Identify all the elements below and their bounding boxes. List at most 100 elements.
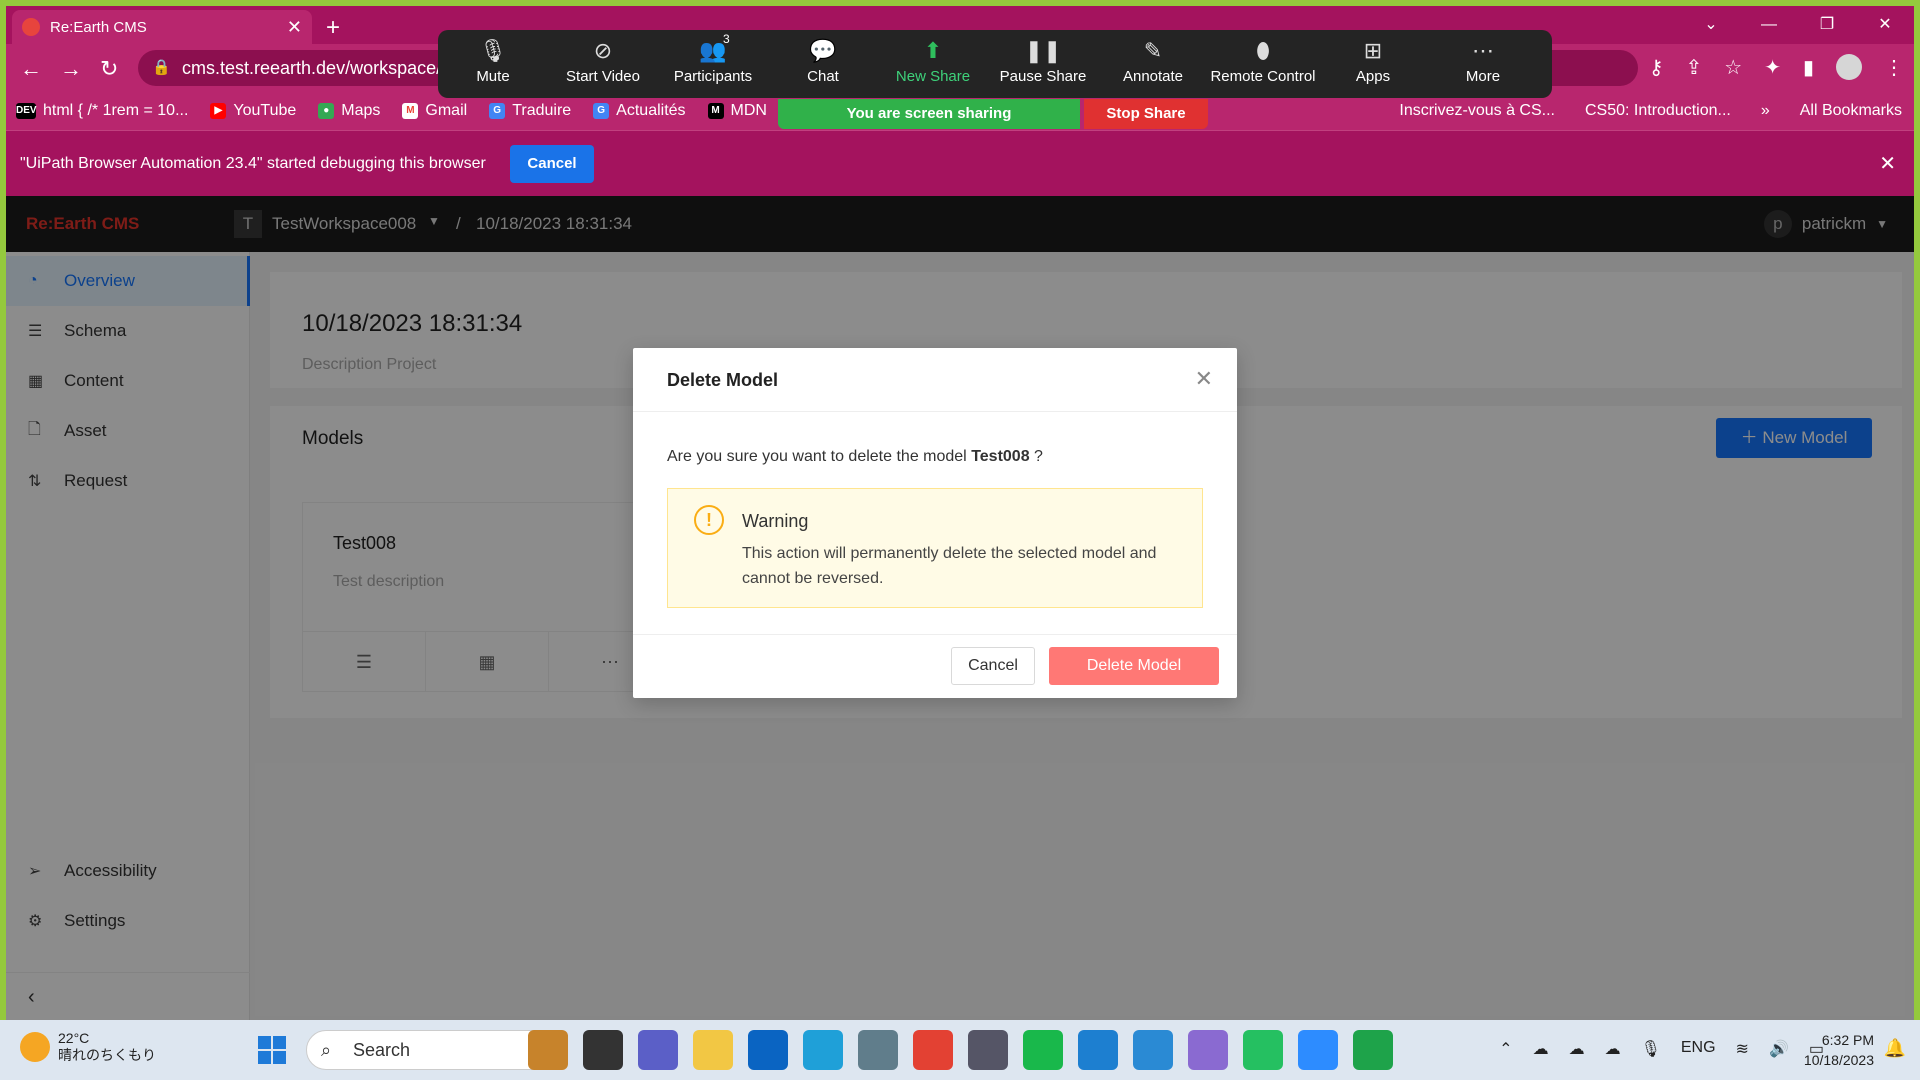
briefcase-app-icon[interactable]	[528, 1030, 568, 1070]
menu-kebab-icon[interactable]: ⋮	[1884, 55, 1904, 80]
profile-avatar[interactable]	[1836, 54, 1862, 80]
debugging-infobar: "UiPath Browser Automation 23.4" started…	[6, 130, 1914, 196]
pause-icon: ❚❚	[1024, 38, 1062, 63]
window-controls: ⌄ — ❐ ✕	[1682, 6, 1914, 44]
taskbar-apps	[528, 1030, 1393, 1070]
file-explorer-icon[interactable]	[693, 1030, 733, 1070]
toolbar-icons: ⚷ ⇪ ☆ ✦ ▮ ⋮	[1649, 54, 1904, 80]
bookmark-item[interactable]: G Actualités	[593, 102, 686, 120]
maps-icon: ●	[318, 103, 335, 119]
stop-share-button[interactable]: Stop Share	[1084, 99, 1208, 129]
participants-count: 3	[723, 32, 730, 46]
tab-search-icon[interactable]: ⌄	[1682, 6, 1740, 44]
warning-alert: ! Warning This action will permanently d…	[667, 488, 1203, 608]
share-up-arrow-icon: ⬆	[923, 38, 943, 63]
forward-icon[interactable]: →	[60, 56, 82, 82]
cancel-button[interactable]: Cancel	[951, 647, 1035, 685]
whatsapp-icon[interactable]	[1243, 1030, 1283, 1070]
windows-taskbar: 22°C 晴れのちくもり ⌕ Search ⌃ ☁ ☁ ☁ 🎙 ENG ≋ 🔊 …	[0, 1020, 1920, 1080]
task-view-icon[interactable]	[583, 1030, 623, 1070]
infobar-close-icon[interactable]: ✕	[1879, 151, 1896, 176]
minimize-icon[interactable]: —	[1740, 6, 1798, 44]
green-app-icon[interactable]	[1023, 1030, 1063, 1070]
vscode-icon[interactable]	[1133, 1030, 1173, 1070]
chrome-icon[interactable]	[913, 1030, 953, 1070]
edge-icon[interactable]	[803, 1030, 843, 1070]
apps-button[interactable]: ⊞ Apps	[1318, 30, 1428, 98]
weather-sun-icon	[20, 1032, 50, 1062]
close-icon[interactable]: ✕	[1195, 366, 1213, 392]
zoom-icon[interactable]	[1298, 1030, 1338, 1070]
side-panel-icon[interactable]: ▮	[1803, 55, 1814, 80]
back-icon[interactable]: ←	[20, 56, 42, 82]
taskbar-clock[interactable]: 6:32 PM 10/18/2023	[1804, 1030, 1874, 1070]
onedrive-icon[interactable]: ☁	[1569, 1039, 1585, 1059]
dialog-header: Delete Model ✕	[633, 348, 1237, 412]
exclamation-circle-icon: !	[694, 505, 724, 535]
screen-sharing-indicator: You are screen sharing	[778, 99, 1080, 129]
browser-window: Re:Earth CMS ✕ + ⌄ — ❐ ✕ ← → ↻ 🔒 cms.tes…	[6, 6, 1914, 1020]
pause-share-button[interactable]: ❚❚ Pause Share	[988, 30, 1098, 98]
close-window-icon[interactable]: ✕	[1856, 6, 1914, 44]
extensions-icon[interactable]: ✦	[1764, 55, 1781, 80]
delete-model-button[interactable]: Delete Model	[1049, 647, 1219, 685]
participants-button[interactable]: 👥 3 Participants	[658, 30, 768, 98]
bookmark-item[interactable]: ● Maps	[318, 102, 380, 120]
close-tab-icon[interactable]: ✕	[287, 17, 302, 38]
bookmark-item[interactable]: CS50: Introduction...	[1585, 92, 1731, 130]
new-share-button[interactable]: ⬆ New Share	[878, 30, 988, 98]
media-player-icon[interactable]	[1353, 1030, 1393, 1070]
remote-control-button[interactable]: ⬮ Remote Control	[1208, 30, 1318, 98]
calculator-icon[interactable]	[858, 1030, 898, 1070]
microphone-icon: 🎙	[479, 38, 507, 63]
new-tab-icon[interactable]: +	[326, 14, 340, 42]
bookmark-star-icon[interactable]: ☆	[1724, 55, 1742, 80]
snipping-tool-icon[interactable]	[1188, 1030, 1228, 1070]
language-indicator[interactable]: ENG	[1681, 1039, 1716, 1059]
bookmark-item[interactable]: DEV html { /* 1rem = 10...	[16, 102, 188, 120]
microphone-icon[interactable]: 🎙	[1641, 1039, 1661, 1059]
outlook-icon[interactable]	[748, 1030, 788, 1070]
volume-icon[interactable]: 🔊	[1769, 1039, 1789, 1059]
wifi-icon[interactable]: ≋	[1736, 1039, 1749, 1059]
weather-text: 晴れのちくもり	[58, 1047, 156, 1063]
infobar-cancel-button[interactable]: Cancel	[510, 145, 594, 183]
dialog-footer: Cancel Delete Model	[633, 634, 1237, 698]
bookmark-item[interactable]: M Gmail	[402, 102, 467, 120]
restore-icon[interactable]: ❐	[1798, 6, 1856, 44]
mdn-icon: M	[707, 103, 724, 119]
settings-app-icon[interactable]	[968, 1030, 1008, 1070]
share-icon[interactable]: ⇪	[1686, 55, 1703, 80]
start-video-button[interactable]: ⊘ Start Video	[548, 30, 658, 98]
mouse-icon: ⬮	[1256, 38, 1270, 63]
windows-start-icon[interactable]	[258, 1036, 286, 1064]
tab-title: Re:Earth CMS	[50, 18, 147, 36]
s-app-icon[interactable]	[1078, 1030, 1118, 1070]
bookmark-item[interactable]: G Traduire	[489, 102, 571, 120]
gmail-icon: M	[402, 103, 419, 119]
search-icon: ⌕	[321, 1040, 332, 1060]
onedrive-icon[interactable]: ☁	[1605, 1039, 1621, 1059]
bookmark-item[interactable]: M MDN	[707, 102, 767, 120]
chevron-up-icon[interactable]: ⌃	[1499, 1039, 1512, 1059]
more-bookmarks-icon[interactable]: »	[1761, 92, 1770, 130]
onedrive-icon[interactable]: ☁	[1533, 1039, 1549, 1059]
weather-widget[interactable]: 22°C 晴れのちくもり	[20, 1030, 156, 1064]
bookmark-item[interactable]: ▶ YouTube	[210, 102, 296, 120]
system-tray: ⌃ ☁ ☁ ☁ 🎙 ENG ≋ 🔊 ▭	[1499, 1039, 1824, 1059]
browser-tab[interactable]: Re:Earth CMS ✕	[12, 10, 312, 44]
teams-icon[interactable]	[638, 1030, 678, 1070]
chat-icon: 💬	[809, 38, 837, 63]
password-key-icon[interactable]: ⚷	[1649, 55, 1664, 80]
mute-button[interactable]: 🎙 Mute	[438, 30, 548, 98]
video-off-icon: ⊘	[593, 38, 613, 63]
more-button[interactable]: ⋯ More	[1428, 30, 1538, 98]
notification-bell-icon[interactable]: 🔔	[1884, 1038, 1906, 1059]
taskbar-search[interactable]: ⌕ Search	[306, 1030, 552, 1070]
reearth-favicon-icon	[22, 18, 40, 36]
temperature: 22°C	[58, 1030, 90, 1046]
all-bookmarks[interactable]: All Bookmarks	[1800, 92, 1902, 130]
reload-icon[interactable]: ↻	[100, 56, 118, 82]
chat-button[interactable]: 💬 Chat	[768, 30, 878, 98]
annotate-button[interactable]: ✎ Annotate	[1098, 30, 1208, 98]
